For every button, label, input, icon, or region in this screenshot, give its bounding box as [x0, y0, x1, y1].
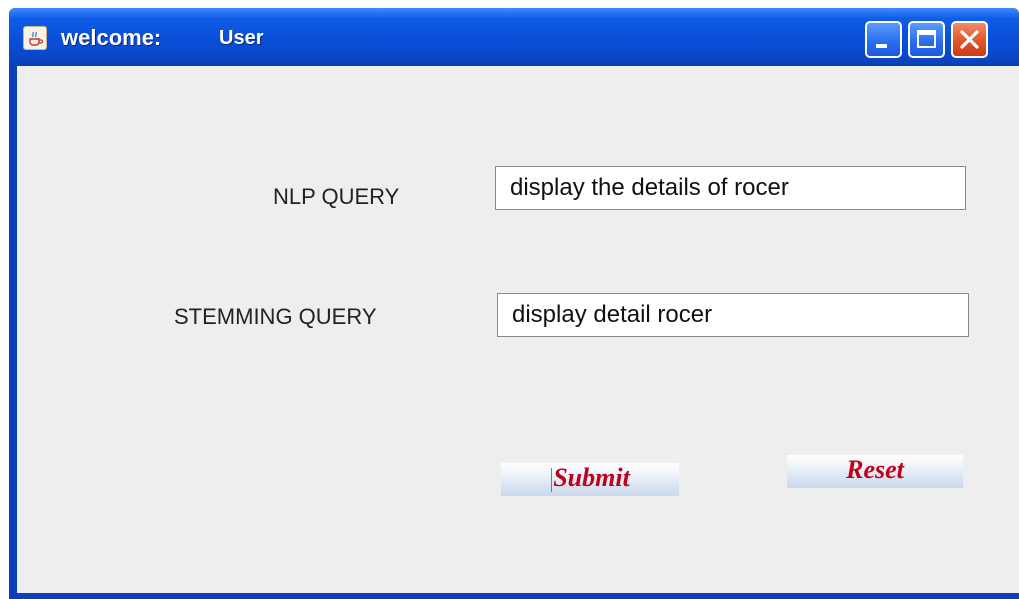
maximize-icon [917, 30, 936, 48]
reset-button-label: Reset [846, 455, 904, 484]
submit-button[interactable]: Submit [501, 463, 679, 496]
stemming-query-input[interactable]: display detail rocer [497, 293, 969, 337]
app-window: welcome: User NLP QUERY display the deta… [9, 8, 1019, 599]
close-button[interactable] [951, 21, 988, 58]
close-icon [960, 30, 979, 49]
nlp-query-label: NLP QUERY [273, 184, 400, 209]
window-title-user: User [219, 27, 264, 49]
java-coffee-icon [23, 26, 47, 50]
reset-button[interactable]: Reset [787, 455, 963, 488]
submit-button-label: Submit [553, 463, 630, 492]
maximize-button[interactable] [908, 21, 945, 58]
minimize-icon [876, 44, 887, 48]
minimize-button[interactable] [865, 21, 902, 58]
title-bar[interactable]: welcome: User [9, 8, 1019, 66]
window-title: welcome: [61, 25, 162, 50]
stemming-query-label: STEMMING QUERY [174, 304, 377, 329]
nlp-query-input[interactable]: display the details of rocer [495, 166, 966, 210]
form-panel: NLP QUERY display the details of rocer S… [17, 66, 1019, 593]
window-bottom-border [9, 593, 1019, 599]
